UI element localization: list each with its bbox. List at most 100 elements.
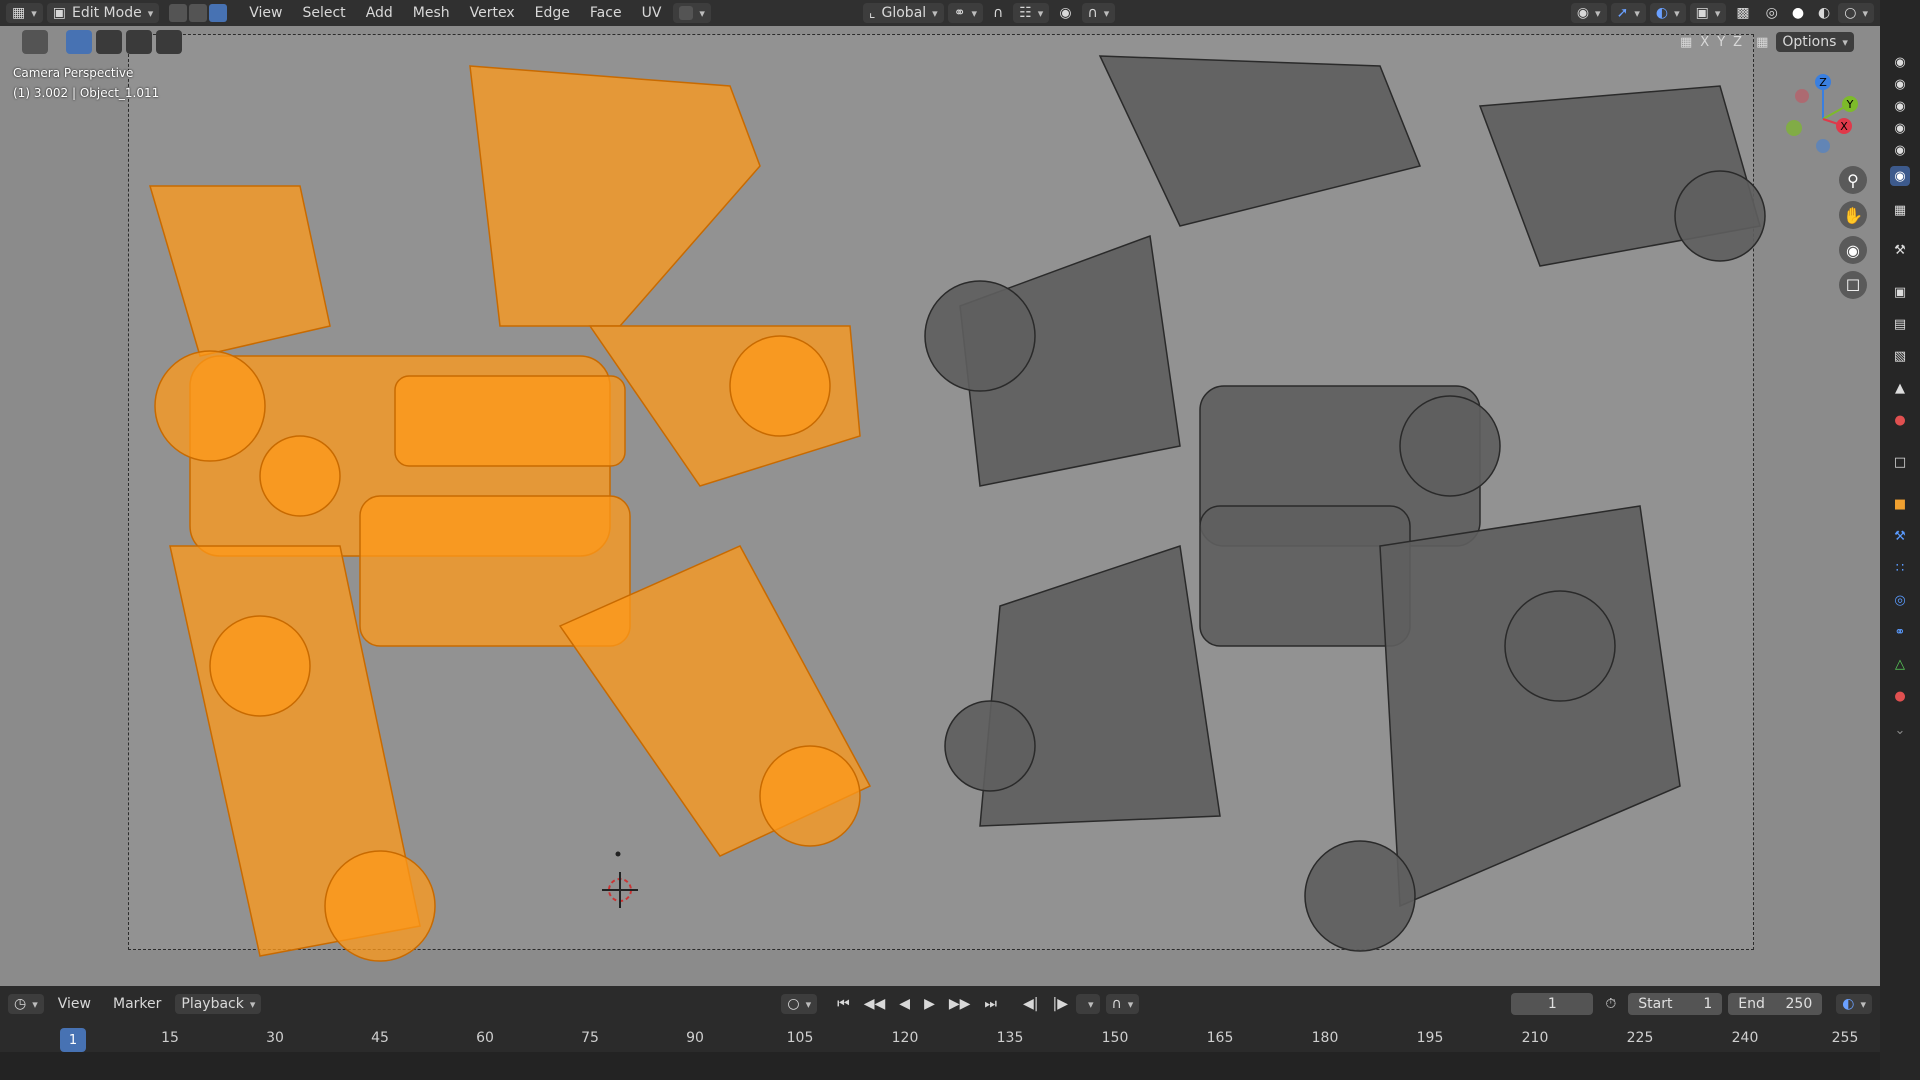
mirror-x[interactable]: X bbox=[1700, 35, 1709, 50]
material-icon[interactable]: ● bbox=[1890, 686, 1910, 706]
output-icon[interactable]: ▤ bbox=[1890, 314, 1910, 334]
mesh-options-icon[interactable]: ▦ bbox=[1756, 35, 1768, 50]
gizmo-neg-y-axis[interactable] bbox=[1786, 120, 1802, 136]
wireframe-shading-icon[interactable]: ◎ bbox=[1760, 3, 1784, 23]
scene-icon[interactable]: ▲ bbox=[1890, 378, 1910, 398]
menu-face[interactable]: Face bbox=[582, 3, 630, 23]
auto-keying-dropdown[interactable]: ∩ bbox=[1105, 994, 1140, 1014]
timeline-menu-view[interactable]: View bbox=[50, 994, 99, 1014]
pan-hand-icon[interactable]: ✋ bbox=[1839, 201, 1867, 229]
select-invert-mode[interactable] bbox=[156, 30, 182, 54]
object-icon[interactable]: ■ bbox=[1890, 494, 1910, 514]
prev-keyframe-icon[interactable]: ◀| bbox=[1017, 994, 1044, 1014]
current-frame-field[interactable]: 1 bbox=[1511, 993, 1594, 1015]
menu-vertex[interactable]: Vertex bbox=[462, 3, 523, 23]
mesh-data-icon[interactable]: △ bbox=[1890, 654, 1910, 674]
end-frame-field[interactable]: End 250 bbox=[1728, 993, 1823, 1015]
camera-view-icon[interactable]: ◉ bbox=[1839, 236, 1867, 264]
gizmo-dropdown[interactable]: ➚ bbox=[1610, 3, 1646, 23]
camera-icon-2[interactable]: ◉ bbox=[1890, 74, 1910, 94]
select-extend-mode[interactable] bbox=[96, 30, 122, 54]
camera-icon-5[interactable]: ◉ bbox=[1890, 140, 1910, 160]
timeline-overlay-dropdown[interactable]: ◐ bbox=[1836, 994, 1872, 1014]
material-shading-icon[interactable]: ◐ bbox=[1812, 3, 1836, 23]
particles-icon[interactable]: ∷ bbox=[1890, 558, 1910, 578]
uv-sync-dropdown[interactable] bbox=[673, 3, 711, 23]
playback-dropdown[interactable]: Playback bbox=[175, 994, 262, 1014]
modifier-wrench-icon[interactable]: ⚒ bbox=[1890, 526, 1910, 546]
overlay-dropdown[interactable]: ◐ bbox=[1649, 3, 1686, 23]
menu-select[interactable]: Select bbox=[294, 3, 353, 23]
tool-settings-icon[interactable]: ▦ bbox=[1890, 200, 1910, 220]
timeline-keyframe-area[interactable] bbox=[0, 1052, 1880, 1080]
keying-dropdown[interactable]: ○ bbox=[781, 994, 818, 1014]
proportional-edit-toggle[interactable]: ◉ bbox=[1053, 3, 1077, 23]
rendered-shading-icon[interactable]: ○ bbox=[1838, 3, 1874, 23]
visibility-dropdown[interactable]: ◉ bbox=[1570, 3, 1607, 23]
timeline-menu-marker[interactable]: Marker bbox=[105, 994, 169, 1014]
editor-type-button[interactable]: ▦ bbox=[6, 3, 43, 23]
lock-icon[interactable]: ☐ bbox=[1839, 271, 1867, 299]
jump-next-keyframe-icon[interactable]: ▶▶ bbox=[943, 994, 977, 1014]
solid-shading-icon[interactable]: ● bbox=[1786, 3, 1810, 23]
jump-end-icon[interactable]: ⏭ bbox=[978, 994, 1003, 1014]
tool-icon[interactable]: ⚒ bbox=[1890, 240, 1910, 260]
3d-cursor[interactable] bbox=[602, 872, 638, 908]
mode-dropdown[interactable]: ▣ Edit Mode bbox=[46, 3, 160, 23]
navigation-gizmo[interactable]: Z Y X bbox=[1778, 74, 1868, 164]
camera-icon-active[interactable]: ◉ bbox=[1890, 166, 1910, 186]
start-frame-field[interactable]: Start 1 bbox=[1628, 993, 1723, 1015]
options-dropdown[interactable]: Options bbox=[1776, 32, 1854, 52]
pivot-dropdown[interactable]: ⚭ bbox=[947, 3, 983, 23]
world-icon[interactable]: ● bbox=[1890, 410, 1910, 430]
more-tabs-chevron-icon[interactable]: ⌄ bbox=[1890, 720, 1910, 740]
collection-icon[interactable]: □ bbox=[1890, 452, 1910, 472]
view-layer-icon[interactable]: ▧ bbox=[1890, 346, 1910, 366]
3d-viewport[interactable]: Camera Perspective (1) 3.002 | Object_1.… bbox=[0, 26, 1880, 986]
menu-add[interactable]: Add bbox=[358, 3, 401, 23]
select-new-mode[interactable] bbox=[66, 30, 92, 54]
constraints-icon[interactable]: ⚭ bbox=[1890, 622, 1910, 642]
select-box-tool[interactable] bbox=[22, 30, 48, 54]
jump-prev-keyframe-icon[interactable]: ◀◀ bbox=[858, 994, 892, 1014]
select-subtract-mode[interactable] bbox=[126, 30, 152, 54]
mirror-z[interactable]: Z bbox=[1733, 35, 1742, 50]
robot-selected-mesh[interactable] bbox=[0, 26, 1880, 986]
transform-orientation-dropdown[interactable]: ⌞ Global bbox=[862, 3, 944, 23]
jump-start-icon[interactable]: ⏮ bbox=[831, 994, 856, 1014]
uv-sync-icon bbox=[679, 6, 694, 20]
playhead-frame-indicator[interactable]: 1 bbox=[60, 1028, 86, 1052]
snap-target-dropdown[interactable]: ☷ bbox=[1013, 3, 1050, 23]
stopwatch-icon[interactable]: ⏱ bbox=[1599, 994, 1622, 1014]
camera-icon-4[interactable]: ◉ bbox=[1890, 118, 1910, 138]
gizmo-neg-x-axis[interactable] bbox=[1795, 89, 1809, 103]
frame-ruler[interactable]: 1 15 30 45 60 75 90 105 120 135 150 165 … bbox=[0, 1028, 1880, 1080]
gizmo-neg-z-axis[interactable] bbox=[1816, 139, 1830, 153]
mirror-y[interactable]: Y bbox=[1717, 35, 1725, 50]
selected-wheel-1 bbox=[154, 350, 266, 462]
render-icon[interactable]: ▣ bbox=[1890, 282, 1910, 302]
current-frame-value: 1 bbox=[1547, 996, 1557, 1012]
menu-view[interactable]: View bbox=[241, 3, 290, 23]
physics-icon[interactable]: ◎ bbox=[1890, 590, 1910, 610]
menu-edge[interactable]: Edge bbox=[527, 3, 578, 23]
camera-icon-1[interactable]: ◉ bbox=[1890, 52, 1910, 72]
falloff-dropdown[interactable]: ∩ bbox=[1081, 3, 1116, 23]
vertex-select-icon[interactable] bbox=[169, 4, 188, 22]
play-icon[interactable]: ▶ bbox=[918, 994, 941, 1014]
menu-mesh[interactable]: Mesh bbox=[405, 3, 458, 23]
play-reverse-icon[interactable]: ◀ bbox=[893, 994, 916, 1014]
timeline-editor-type[interactable]: ◷ bbox=[8, 994, 44, 1014]
camera-icon-3[interactable]: ◉ bbox=[1890, 96, 1910, 116]
snap-toggle[interactable]: ∩ bbox=[987, 3, 1009, 23]
ruler-tick: 105 bbox=[786, 1030, 814, 1046]
next-keyframe-icon[interactable]: |▶ bbox=[1047, 994, 1074, 1014]
mesh-edit-overlay-dropdown[interactable]: ▣ bbox=[1689, 3, 1727, 23]
menu-uv[interactable]: UV bbox=[634, 3, 670, 23]
keyframe-type-dropdown[interactable] bbox=[1075, 994, 1100, 1014]
edge-select-icon[interactable] bbox=[189, 4, 208, 22]
xray-toggle[interactable]: ▩ bbox=[1730, 3, 1755, 23]
zoom-icon[interactable]: ⚲ bbox=[1839, 166, 1867, 194]
face-select-icon[interactable] bbox=[209, 4, 228, 22]
ruler-tick: 90 bbox=[686, 1030, 704, 1046]
